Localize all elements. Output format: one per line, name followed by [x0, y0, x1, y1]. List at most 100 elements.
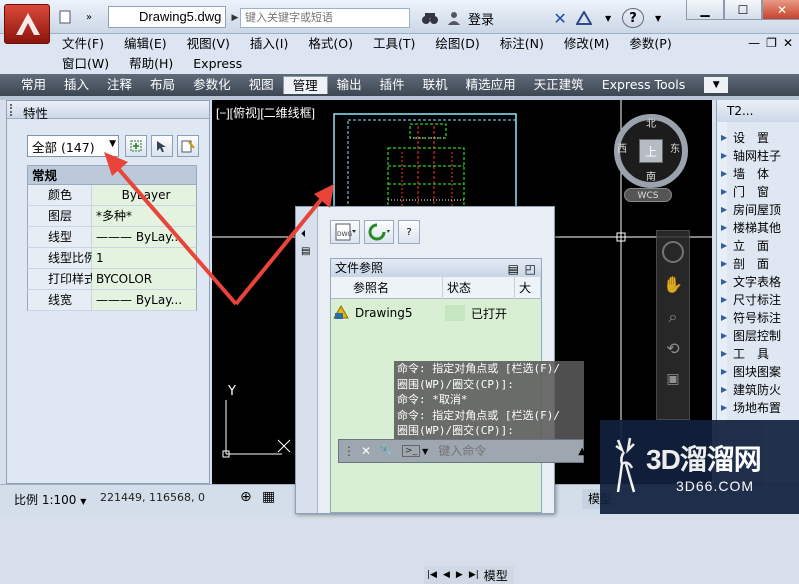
menu-item[interactable]: 编辑(E)	[114, 34, 177, 54]
property-value[interactable]: BYCOLOR	[92, 269, 196, 289]
first-layout-button[interactable]: |◀	[424, 570, 440, 580]
ribbon-tab[interactable]: 常用	[12, 76, 55, 94]
compass-north[interactable]: 北	[646, 115, 656, 130]
property-value[interactable]: *多种*	[92, 206, 196, 226]
grid-icon[interactable]: ▦	[262, 489, 275, 505]
annotation-scale[interactable]: 比例 1:100 ▼	[14, 491, 86, 508]
wcs-menu[interactable]: WCS	[624, 188, 672, 202]
search-expand-icon[interactable]: ▶	[230, 8, 240, 28]
chevron-down-icon[interactable]: ▼	[598, 8, 618, 28]
property-row[interactable]: 线型 ——— ByLay...	[27, 227, 197, 248]
menu-item[interactable]: 工具(T)	[363, 34, 425, 54]
select-objects-button[interactable]	[151, 135, 173, 157]
chevron-down-icon[interactable]: ▼	[422, 447, 428, 456]
tool-palette-item[interactable]: ▶ 图块图案	[721, 362, 799, 380]
ribbon-tab[interactable]: 输出	[328, 76, 371, 94]
new-document-icon[interactable]	[54, 7, 76, 27]
user-icon[interactable]	[444, 8, 464, 28]
model-tab[interactable]: 模型	[484, 567, 508, 584]
tool-palette-item[interactable]: ▶ 轴网柱子	[721, 146, 799, 164]
ribbon-tab[interactable]: 参数化	[184, 76, 240, 94]
list-view-icon[interactable]: ▤	[508, 260, 519, 278]
compass-west[interactable]: 西	[617, 140, 627, 155]
ribbon-tab[interactable]: 插件	[371, 76, 414, 94]
menu-item[interactable]: 标注(N)	[490, 34, 554, 54]
command-input[interactable]	[438, 444, 579, 458]
tool-palette-item[interactable]: ▶ 设 置	[721, 128, 799, 146]
ribbon-tab[interactable]: 注释	[98, 76, 141, 94]
tool-palette-item[interactable]: ▶ 门 窗	[721, 182, 799, 200]
property-value[interactable]: 1	[92, 248, 196, 268]
menu-item[interactable]: 绘图(D)	[425, 34, 489, 54]
tree-view-icon[interactable]: ◰	[525, 260, 536, 278]
compass-east[interactable]: 东	[670, 140, 680, 155]
properties-header[interactable]: 特性	[7, 101, 209, 121]
tool-palette-item[interactable]: ▶ 楼梯其他	[721, 218, 799, 236]
tool-palette-header[interactable]: T2...	[717, 100, 799, 122]
showmotion-icon[interactable]: ▣	[663, 371, 683, 391]
binoculars-icon[interactable]	[420, 8, 440, 28]
property-row[interactable]: 线宽 ——— ByLay...	[27, 290, 197, 311]
chevron-up-icon[interactable]: ▲	[578, 446, 586, 457]
viewcube[interactable]: 上 北 南 东 西	[614, 114, 688, 188]
zoom-icon[interactable]: ⌕	[663, 307, 683, 327]
quick-select-button[interactable]	[177, 135, 199, 157]
tool-palette-item[interactable]: ▶ 文字表格	[721, 272, 799, 290]
tool-palette-item[interactable]: ▶ 工 具	[721, 344, 799, 362]
doc-minimize-button[interactable]: —	[748, 36, 760, 50]
ribbon-tab[interactable]: 联机	[414, 76, 457, 94]
menu-item[interactable]: 修改(M)	[554, 34, 620, 54]
property-row[interactable]: 图层 *多种*	[27, 206, 197, 227]
search-input[interactable]	[240, 8, 410, 28]
ribbon-tab[interactable]: 天正建筑	[525, 76, 593, 94]
maximize-button[interactable]: ☐	[724, 0, 762, 20]
help-icon[interactable]: ?	[622, 8, 645, 28]
help-dropdown-icon[interactable]: ▼	[648, 8, 668, 28]
grip-icon[interactable]: ⋮	[343, 444, 355, 458]
close-command-icon[interactable]: ✕	[361, 444, 371, 458]
tool-palette-item[interactable]: ▶ 立 面	[721, 236, 799, 254]
qat-overflow-icon[interactable]: »	[78, 7, 100, 27]
property-row[interactable]: 颜色 ByLayer	[27, 185, 197, 206]
next-layout-button[interactable]: ▶	[453, 570, 466, 580]
ribbon-minimize-button[interactable]: ▼	[704, 77, 729, 93]
tool-palette-item[interactable]: ▶ 场地布置	[721, 398, 799, 416]
tool-palette-item[interactable]: ▶ 房间屋顶	[721, 200, 799, 218]
tool-palette-item[interactable]: ▶ 剖 面	[721, 254, 799, 272]
compass-south[interactable]: 南	[646, 168, 656, 183]
ribbon-tab[interactable]: 视图	[240, 76, 283, 94]
tool-palette-item[interactable]: ▶ 墙 体	[721, 164, 799, 182]
triangle-tool-icon[interactable]	[574, 8, 594, 28]
property-value[interactable]: ByLayer	[92, 185, 196, 205]
ribbon-tab[interactable]: 管理	[282, 76, 328, 94]
application-menu-button[interactable]	[4, 4, 50, 44]
orbit-icon[interactable]: ⟲	[663, 339, 683, 359]
xref-help-icon[interactable]: ?	[398, 220, 420, 244]
menu-item[interactable]: Express	[183, 54, 252, 74]
close-palette-icon[interactable]: ⏴	[301, 229, 317, 240]
menu-item[interactable]: 帮助(H)	[119, 54, 183, 74]
toggle-pickadd-button[interactable]	[125, 135, 147, 157]
palette-side-bar[interactable]: ⏴ ▤	[296, 207, 318, 513]
menu-item[interactable]: 格式(O)	[298, 34, 363, 54]
prev-layout-button[interactable]: ◀	[440, 570, 453, 580]
recent-commands-icon[interactable]: >_	[402, 445, 421, 457]
xref-row-drawing5[interactable]: Drawing5 已打开	[331, 303, 541, 323]
tool-palette-item[interactable]: ▶ 图层控制	[721, 326, 799, 344]
col-size[interactable]: 大小	[515, 277, 541, 299]
exchange-x-icon[interactable]: ✕	[550, 8, 570, 28]
attach-dwg-button[interactable]: DWG	[330, 220, 360, 244]
category-general[interactable]: 常规	[27, 165, 197, 185]
menu-item[interactable]: 文件(F)	[52, 34, 114, 54]
property-row[interactable]: 打印样式 BYCOLOR	[27, 269, 197, 290]
cursor-coordinates[interactable]: 221449, 116568, 0	[100, 491, 205, 504]
ribbon-tab[interactable]: 插入	[55, 76, 98, 94]
palette-properties-icon[interactable]: ▤	[301, 246, 317, 257]
ribbon-tab[interactable]: 精选应用	[457, 76, 525, 94]
tool-palette-item[interactable]: ▶ 尺寸标注	[721, 290, 799, 308]
steering-wheel-icon[interactable]	[662, 241, 684, 263]
last-layout-button[interactable]: ▶|	[466, 570, 482, 580]
viewcube-top-face[interactable]: 上	[639, 139, 663, 163]
property-value[interactable]: ——— ByLay...	[92, 227, 196, 247]
menu-item[interactable]: 视图(V)	[177, 34, 240, 54]
